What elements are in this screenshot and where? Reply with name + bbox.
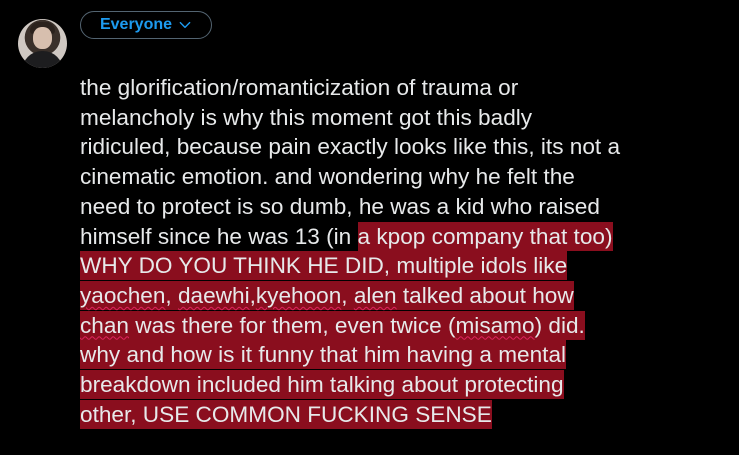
selected-text: why and how is it funny that him having … <box>80 340 567 370</box>
misspelled-word: alen <box>353 282 397 308</box>
selected-text: yaochen, daewhi,kyehoon, alen talked abo… <box>80 280 574 310</box>
text-line: cinematic emotion. and wondering why he … <box>80 164 575 190</box>
selected-text: breakdown included him talking about pro… <box>80 370 564 400</box>
tweet-text-area[interactable]: the glorification/romanticization of tra… <box>80 73 720 429</box>
avatar-face <box>33 27 52 49</box>
misspelled-word: chan <box>80 312 129 338</box>
text-line: ridiculed, because pain exactly looks li… <box>80 134 621 160</box>
user-avatar[interactable] <box>18 19 67 68</box>
misspelled-word: kyehoon <box>255 282 342 308</box>
text-line: why and how is it funny that him having … <box>80 340 720 370</box>
text-line: breakdown included him talking about pro… <box>80 370 720 400</box>
misspelled-word: daewhi <box>177 282 250 308</box>
text-line: melancholy is why this moment got this b… <box>80 104 533 130</box>
text-line: WHY DO YOU THINK HE DID, multiple idols … <box>80 251 720 281</box>
text-line: other, USE COMMON FUCKING SENSE <box>80 399 720 430</box>
audience-label: Everyone <box>99 16 173 33</box>
chevron-down-icon <box>179 21 191 29</box>
text-line: need to protect is so dumb, he was a kid… <box>80 193 600 219</box>
selected-text: a kpop company that too) <box>357 221 613 251</box>
selected-text: chan was there for them, even twice (mis… <box>80 310 585 340</box>
text-line: chan was there for them, even twice (mis… <box>80 310 720 341</box>
audience-selector-button[interactable]: Everyone <box>80 11 212 39</box>
misspelled-word: yaochen <box>80 282 166 308</box>
misspelled-word: misamo <box>455 312 535 338</box>
selected-text: other, USE COMMON FUCKING SENSE <box>80 399 492 429</box>
text-line: yaochen, daewhi,kyehoon, alen talked abo… <box>80 280 720 311</box>
text-line: himself since he was 13 (in a kpop compa… <box>80 221 613 251</box>
text-line: the glorification/romanticization of tra… <box>80 75 519 100</box>
avatar-body <box>22 51 63 68</box>
selected-text: WHY DO YOU THINK HE DID, multiple idols … <box>80 251 568 281</box>
